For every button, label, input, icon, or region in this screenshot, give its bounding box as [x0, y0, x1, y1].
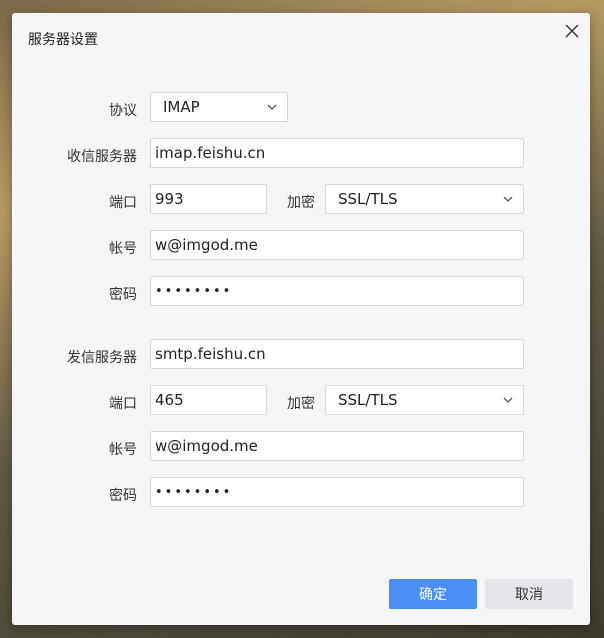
incoming-password-label: 密码 [109, 287, 137, 303]
incoming-account-label: 帐号 [109, 241, 137, 257]
outgoing-server-label: 发信服务器 [67, 350, 137, 366]
incoming-password-input[interactable]: •••••••• [150, 276, 524, 306]
protocol-value: IMAP [163, 98, 200, 116]
dialog-title: 服务器设置 [28, 32, 98, 48]
chevron-down-icon [267, 104, 277, 110]
protocol-select[interactable]: IMAP [150, 92, 288, 122]
incoming-server-label: 收信服务器 [67, 149, 137, 165]
incoming-encrypt-value: SSL/TLS [338, 190, 398, 208]
incoming-port-label: 端口 [109, 195, 137, 211]
close-icon [565, 24, 579, 38]
outgoing-account-input[interactable]: w@imgod.me [150, 431, 524, 461]
outgoing-account-label: 帐号 [109, 442, 137, 458]
outgoing-password-input[interactable]: •••••••• [150, 477, 524, 507]
outgoing-encrypt-value: SSL/TLS [338, 391, 398, 409]
incoming-server-input[interactable]: imap.feishu.cn [150, 138, 524, 168]
incoming-encrypt-label: 加密 [287, 195, 315, 211]
protocol-label: 协议 [109, 103, 137, 119]
outgoing-encrypt-label: 加密 [287, 396, 315, 412]
confirm-button[interactable]: 确定 [389, 579, 477, 609]
chevron-down-icon [503, 397, 513, 403]
close-button[interactable] [562, 21, 582, 41]
server-settings-dialog: 服务器设置 协议 IMAP 收信服务器 imap.feishu.cn 端口 99… [12, 13, 590, 625]
outgoing-password-label: 密码 [109, 488, 137, 504]
incoming-account-input[interactable]: w@imgod.me [150, 230, 524, 260]
incoming-encrypt-select[interactable]: SSL/TLS [325, 184, 524, 214]
cancel-button[interactable]: 取消 [485, 579, 573, 609]
outgoing-server-input[interactable]: smtp.feishu.cn [150, 339, 524, 369]
outgoing-port-label: 端口 [109, 396, 137, 412]
chevron-down-icon [503, 196, 513, 202]
outgoing-encrypt-select[interactable]: SSL/TLS [325, 385, 524, 415]
